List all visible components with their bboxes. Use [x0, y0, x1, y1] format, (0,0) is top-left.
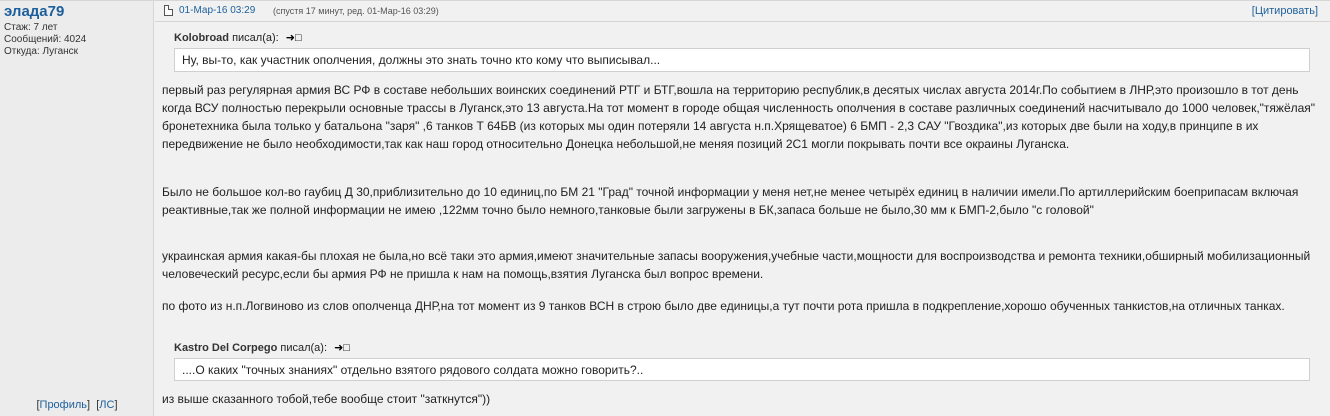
post-body: 01-Мар-16 03:29 (спустя 17 минут, ред. 0…	[155, 1, 1330, 416]
pm-link[interactable]: ЛС	[99, 399, 114, 411]
forum-post: элада79 Стаж: 7 лет Сообщений: 4024 Отку…	[0, 0, 1330, 416]
quote-button[interactable]: [Цитировать]	[1252, 1, 1318, 21]
quote-box: ....О каких "точных знаниях" отдельно вз…	[174, 358, 1310, 381]
post-edit-note: (спустя 17 минут, ред. 01-Мар-16 03:29)	[273, 6, 439, 16]
user-tenure: Стаж: 7 лет	[4, 22, 58, 33]
profile-link[interactable]: Профиль	[40, 399, 88, 411]
user-location: Откуда: Луганск	[4, 46, 79, 57]
user-message-count: Сообщений: 4024	[4, 34, 87, 45]
go-to-quoted-post-icon[interactable]: ➜□	[334, 342, 350, 354]
quote-author-line: Kolobroad писал(а): ➜□	[174, 32, 302, 44]
post-paragraph: из выше сказанного тобой,тебе вообще сто…	[162, 392, 491, 406]
post-date-link[interactable]: 01-Мар-16 03:29	[179, 1, 255, 21]
quote-box: Ну, вы-то, как участник ополчения, должн…	[174, 48, 1310, 72]
post-paragraph: по фото из н.п.Логвиново из слов ополчен…	[162, 299, 1285, 313]
go-to-quoted-post-icon[interactable]: ➜□	[286, 32, 302, 44]
quote-wrote-label: писал(а):	[232, 32, 279, 44]
post-link-icon[interactable]	[164, 5, 173, 16]
post-paragraph: первый раз регулярная армия ВС РФ в сост…	[162, 83, 1316, 151]
post-paragraph: Было не большое кол-во гаубиц Д 30,прибл…	[162, 185, 1299, 217]
username-link[interactable]: элада79	[4, 3, 64, 20]
quote-author-name: Kolobroad	[174, 32, 229, 44]
post-header: 01-Мар-16 03:29 (спустя 17 минут, ред. 0…	[155, 1, 1330, 22]
user-links: [Профиль] [ЛС]	[36, 399, 118, 411]
quote-wrote-label: писал(а):	[280, 342, 327, 354]
post-paragraph: украинская армия какая-бы плохая не была…	[162, 249, 1311, 281]
quote-text: ....О каких "точных знаниях" отдельно вз…	[182, 363, 644, 377]
user-info-panel: элада79 Стаж: 7 лет Сообщений: 4024 Отку…	[0, 1, 154, 416]
quote-button-label: Цитировать	[1254, 5, 1315, 17]
quote-author-line: Kastro Del Corpego писал(а): ➜□	[174, 342, 350, 354]
quote-text: Ну, вы-то, как участник ополчения, должн…	[182, 53, 661, 67]
quote-author-name: Kastro Del Corpego	[174, 342, 278, 354]
